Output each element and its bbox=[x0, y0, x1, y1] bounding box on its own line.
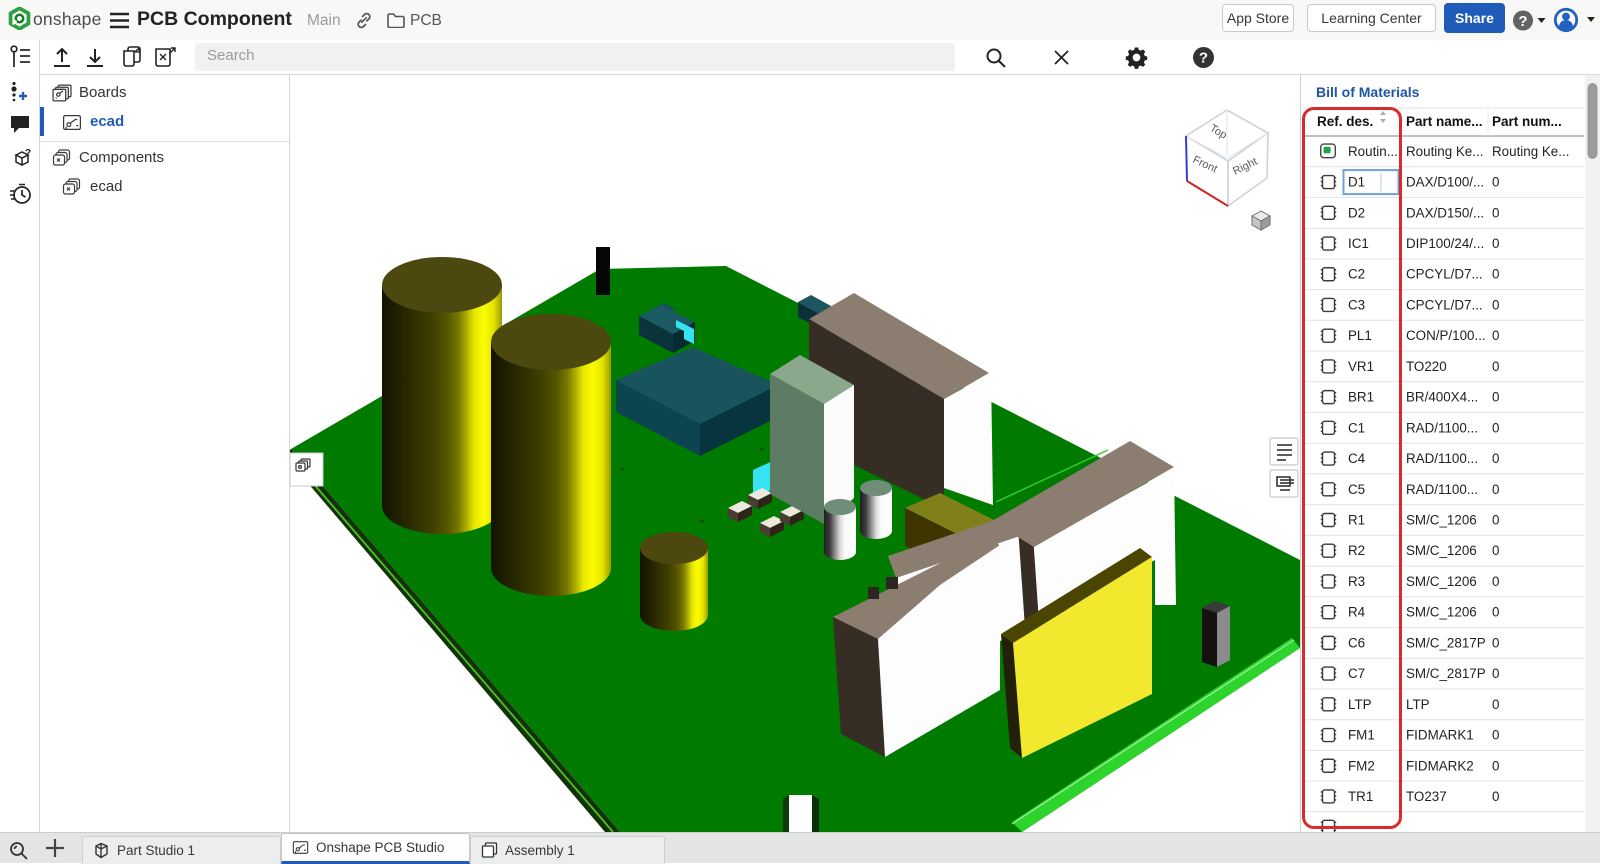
svg-text:BR/400X4...: BR/400X4... bbox=[1406, 390, 1478, 405]
svg-text:SM/C_1206: SM/C_1206 bbox=[1406, 513, 1477, 528]
svg-text:?: ? bbox=[25, 148, 31, 159]
svg-text:Bill of Materials: Bill of Materials bbox=[1316, 84, 1420, 100]
svg-text:0: 0 bbox=[1492, 574, 1499, 589]
svg-text:0: 0 bbox=[1492, 205, 1499, 220]
svg-text:Routing Ke...: Routing Ke... bbox=[1406, 144, 1483, 159]
svg-text:CON/P/100...: CON/P/100... bbox=[1406, 328, 1486, 343]
svg-text:DAX/D150/...: DAX/D150/... bbox=[1406, 205, 1484, 220]
svg-text:0: 0 bbox=[1492, 359, 1499, 374]
svg-text:0: 0 bbox=[1492, 298, 1499, 313]
svg-text:0: 0 bbox=[1492, 758, 1499, 773]
svg-text:0: 0 bbox=[1492, 605, 1499, 620]
svg-text:DIP100/24/...: DIP100/24/... bbox=[1406, 236, 1484, 251]
svg-text:CPCYL/D7...: CPCYL/D7... bbox=[1406, 298, 1483, 313]
svg-text:0: 0 bbox=[1492, 666, 1499, 681]
svg-text:0: 0 bbox=[1492, 697, 1499, 712]
svg-text:0: 0 bbox=[1492, 543, 1499, 558]
svg-text:?: ? bbox=[1518, 13, 1527, 30]
svg-text:SM/C_1206: SM/C_1206 bbox=[1406, 543, 1477, 558]
svg-text:0: 0 bbox=[1492, 328, 1499, 343]
svg-text:Part name...: Part name... bbox=[1406, 114, 1483, 129]
svg-text:0: 0 bbox=[1492, 267, 1499, 282]
svg-text:FIDMARK2: FIDMARK2 bbox=[1406, 758, 1474, 773]
svg-text:Routing Ke...: Routing Ke... bbox=[1492, 144, 1569, 159]
svg-text:0: 0 bbox=[1492, 635, 1499, 650]
svg-text:DAX/D100/...: DAX/D100/... bbox=[1406, 175, 1484, 190]
svg-text:0: 0 bbox=[1492, 236, 1499, 251]
svg-text:SM/C_1206: SM/C_1206 bbox=[1406, 605, 1477, 620]
svg-text:TO220: TO220 bbox=[1406, 359, 1447, 374]
svg-text:0: 0 bbox=[1492, 390, 1499, 405]
svg-text:FIDMARK1: FIDMARK1 bbox=[1406, 728, 1474, 743]
svg-text:0: 0 bbox=[1492, 728, 1499, 743]
svg-text:SM/C_2817P: SM/C_2817P bbox=[1406, 666, 1486, 681]
svg-text:RAD/1100...: RAD/1100... bbox=[1406, 451, 1478, 466]
svg-text:0: 0 bbox=[1492, 451, 1499, 466]
svg-text:RAD/1100...: RAD/1100... bbox=[1406, 482, 1478, 497]
svg-text:Part num...: Part num... bbox=[1492, 114, 1562, 129]
svg-text:0: 0 bbox=[1492, 482, 1499, 497]
svg-text:?: ? bbox=[1199, 50, 1208, 67]
svg-text:0: 0 bbox=[1492, 789, 1499, 804]
svg-text:0: 0 bbox=[1492, 175, 1499, 190]
svg-text:TO237: TO237 bbox=[1406, 789, 1447, 804]
svg-text:SM/C_2817P: SM/C_2817P bbox=[1406, 635, 1486, 650]
svg-text:CPCYL/D7...: CPCYL/D7... bbox=[1406, 267, 1483, 282]
svg-text:LTP: LTP bbox=[1406, 697, 1430, 712]
svg-text:0: 0 bbox=[1492, 420, 1499, 435]
svg-text:0: 0 bbox=[1492, 513, 1499, 528]
svg-text:RAD/1100...: RAD/1100... bbox=[1406, 420, 1478, 435]
svg-text:SM/C_1206: SM/C_1206 bbox=[1406, 574, 1477, 589]
